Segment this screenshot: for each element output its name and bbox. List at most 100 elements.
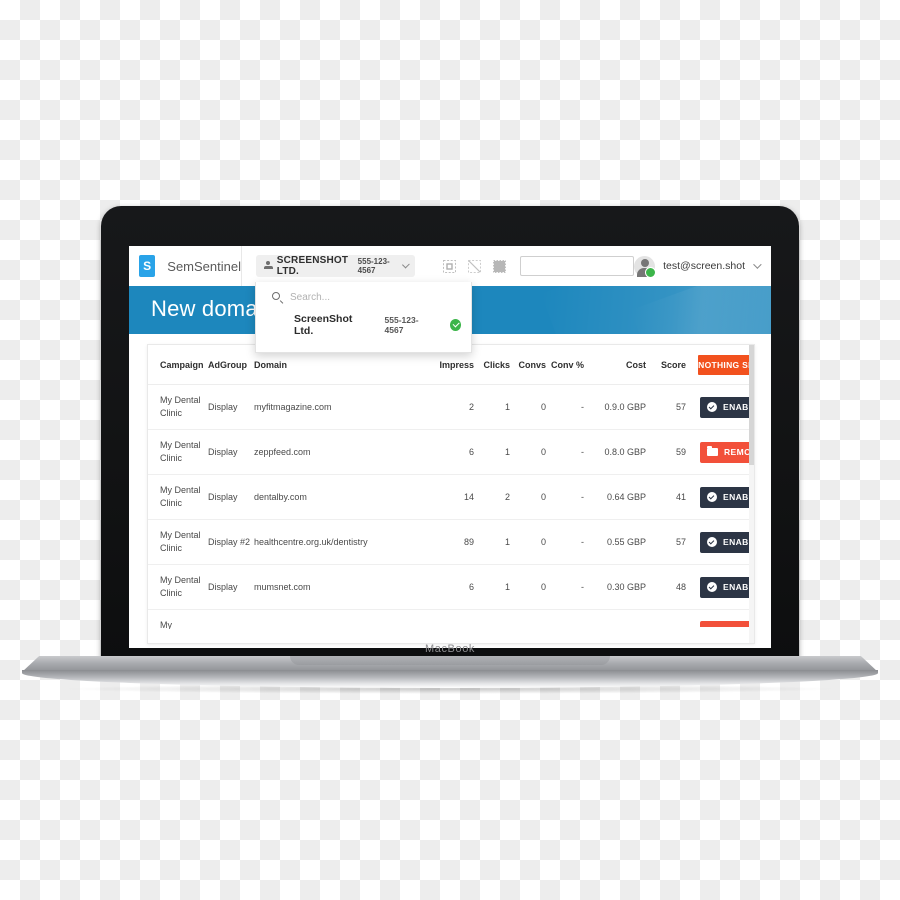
table-scrollbar[interactable] (749, 345, 754, 643)
cell-domain: healthcentre.org.uk/dentistry (254, 519, 430, 566)
account-option-name: ScreenShot Ltd. (294, 313, 353, 337)
cell-adgroup: Display (208, 384, 254, 431)
campaign-name: My Dental Clinic (160, 395, 201, 419)
cell-conv_pct: - (546, 564, 584, 611)
macbook-mockup: S SemSentinel SCREENSHOT LTD. 555-123-45… (0, 0, 900, 900)
check-circle-icon (707, 402, 717, 413)
check-circle-icon (707, 582, 717, 593)
cell-clicks: 1 (474, 519, 510, 566)
cell-domain: myfitmagazine.com (254, 384, 430, 431)
cell-conv_pct (546, 610, 584, 630)
cell-convs: 0 (510, 474, 546, 521)
table-row-partial[interactable]: My (148, 610, 754, 630)
scrollbar-thumb[interactable] (749, 345, 754, 465)
status-button[interactable]: ENABLED (700, 486, 754, 508)
avatar-icon (634, 255, 657, 278)
cell-domain: dentalby.com (254, 474, 430, 521)
table-body: My Dental Clinic Display myfitmagazine.com… (148, 384, 754, 630)
cell-score: 59 (646, 429, 686, 476)
cell-score: 48 (646, 564, 686, 611)
account-search-row[interactable]: Search... (256, 282, 471, 303)
account-search-placeholder: Search... (290, 292, 331, 303)
check-circle-icon (707, 492, 717, 503)
cell-campaign: My Dental Clinic (148, 429, 208, 476)
cell-campaign: My (148, 610, 208, 630)
user-email: test@screen.shot (663, 260, 745, 272)
cell-cost: 0.30 GBP (584, 564, 646, 611)
online-badge-icon (645, 266, 657, 278)
laptop-base (22, 656, 878, 688)
cell-convs: 0 (510, 519, 546, 566)
table-row[interactable]: My Dental Clinic Display #2 healthcentre.o… (148, 519, 754, 566)
cell-convs: 0 (510, 429, 546, 476)
account-selector-chip[interactable]: SCREENSHOT LTD. 555-123-4567 (255, 255, 416, 277)
campaign-name: My (160, 620, 172, 630)
select-frame-icon[interactable] (443, 259, 457, 273)
cell-cost (584, 610, 646, 630)
cell-adgroup: Display (208, 429, 254, 476)
status-button[interactable]: ENABLED (700, 576, 754, 598)
cell-score (646, 610, 686, 630)
search-icon (272, 292, 283, 303)
cell-impress: 89 (430, 519, 474, 566)
cell-score: 57 (646, 384, 686, 431)
cell-convs: 0 (510, 384, 546, 431)
account-option-row[interactable]: ScreenShot Ltd. 555-123-4567 (256, 303, 471, 337)
bulk-action-label: NOTHING SELECTED (698, 360, 754, 370)
cell-status: ENABLED (686, 474, 754, 521)
table-row[interactable]: My Dental Clinic Display zeppfeed.com 6 1 0-0… (148, 429, 754, 476)
status-button[interactable]: ENABLED (700, 396, 754, 418)
brand-name: SemSentinel (167, 258, 241, 274)
chevron-down-icon (402, 260, 410, 269)
cell-clicks: 1 (474, 429, 510, 476)
status-button[interactable]: REMOVED (700, 441, 754, 463)
cell-status: ENABLED (686, 384, 754, 431)
device-label: MacBook (424, 643, 476, 655)
col-cost: Cost (584, 345, 646, 385)
col-clicks: Clicks (474, 345, 510, 385)
account-phone: 555-123-4567 (357, 257, 390, 275)
status-button[interactable]: ENABLED (700, 531, 754, 553)
cell-conv_pct: - (546, 384, 584, 431)
toolbar-icons (443, 259, 507, 273)
check-circle-icon (707, 537, 717, 548)
domains-table: Campaign AdGroup Domain Impress Clicks C… (148, 345, 754, 629)
user-menu[interactable]: test@screen.shot (634, 255, 771, 278)
laptop-screen-bezel: S SemSentinel SCREENSHOT LTD. 555-123-45… (129, 246, 771, 648)
bulk-action-button[interactable]: NOTHING SELECTED (698, 355, 754, 375)
no-image-icon[interactable] (468, 259, 482, 273)
cell-campaign: My Dental Clinic (148, 474, 208, 521)
cell-status: REMOVED (686, 429, 754, 476)
campaign-name: My Dental Clinic (160, 530, 201, 554)
cell-clicks: 1 (474, 564, 510, 611)
table-row[interactable]: My Dental Clinic Display mumsnet.com 6 1 0-0.… (148, 564, 754, 611)
topbar-divider (241, 246, 242, 286)
cell-cost: 0.64 GBP (584, 474, 646, 521)
chevron-down-icon (753, 260, 762, 269)
grid-fill-icon[interactable] (493, 259, 507, 273)
cell-campaign: My Dental Clinic (148, 564, 208, 611)
cell-campaign: My Dental Clinic (148, 384, 208, 431)
cell-clicks: 2 (474, 474, 510, 521)
cell-status: ENABLED (686, 564, 754, 611)
table-row[interactable]: My Dental Clinic Display myfitmagazine.com… (148, 384, 754, 431)
base-notch (290, 656, 610, 665)
brand-area[interactable]: S SemSentinel (129, 255, 241, 277)
cell-score: 57 (646, 519, 686, 566)
col-bulk-action: NOTHING SELECTED (686, 345, 754, 385)
account-dropdown-panel[interactable]: Search... ScreenShot Ltd. 555-123-4567 (255, 282, 472, 353)
domains-table-card: Campaign AdGroup Domain Impress Clicks C… (147, 344, 755, 644)
cell-impress: 6 (430, 429, 474, 476)
cell-impress: 14 (430, 474, 474, 521)
cell-adgroup: Display (208, 564, 254, 611)
laptop-lid: S SemSentinel SCREENSHOT LTD. 555-123-45… (101, 206, 799, 661)
status-button[interactable] (700, 621, 754, 628)
table-row[interactable]: My Dental Clinic Display dentalby.com 14 2 0-… (148, 474, 754, 521)
col-adgroup: AdGroup (208, 345, 254, 385)
cell-clicks (474, 610, 510, 630)
cell-status: ENABLED (686, 519, 754, 566)
cell-cost: 0.8.0 GBP (584, 429, 646, 476)
cell-conv_pct: - (546, 429, 584, 476)
topbar-search-input[interactable] (520, 256, 635, 276)
cell-score: 41 (646, 474, 686, 521)
